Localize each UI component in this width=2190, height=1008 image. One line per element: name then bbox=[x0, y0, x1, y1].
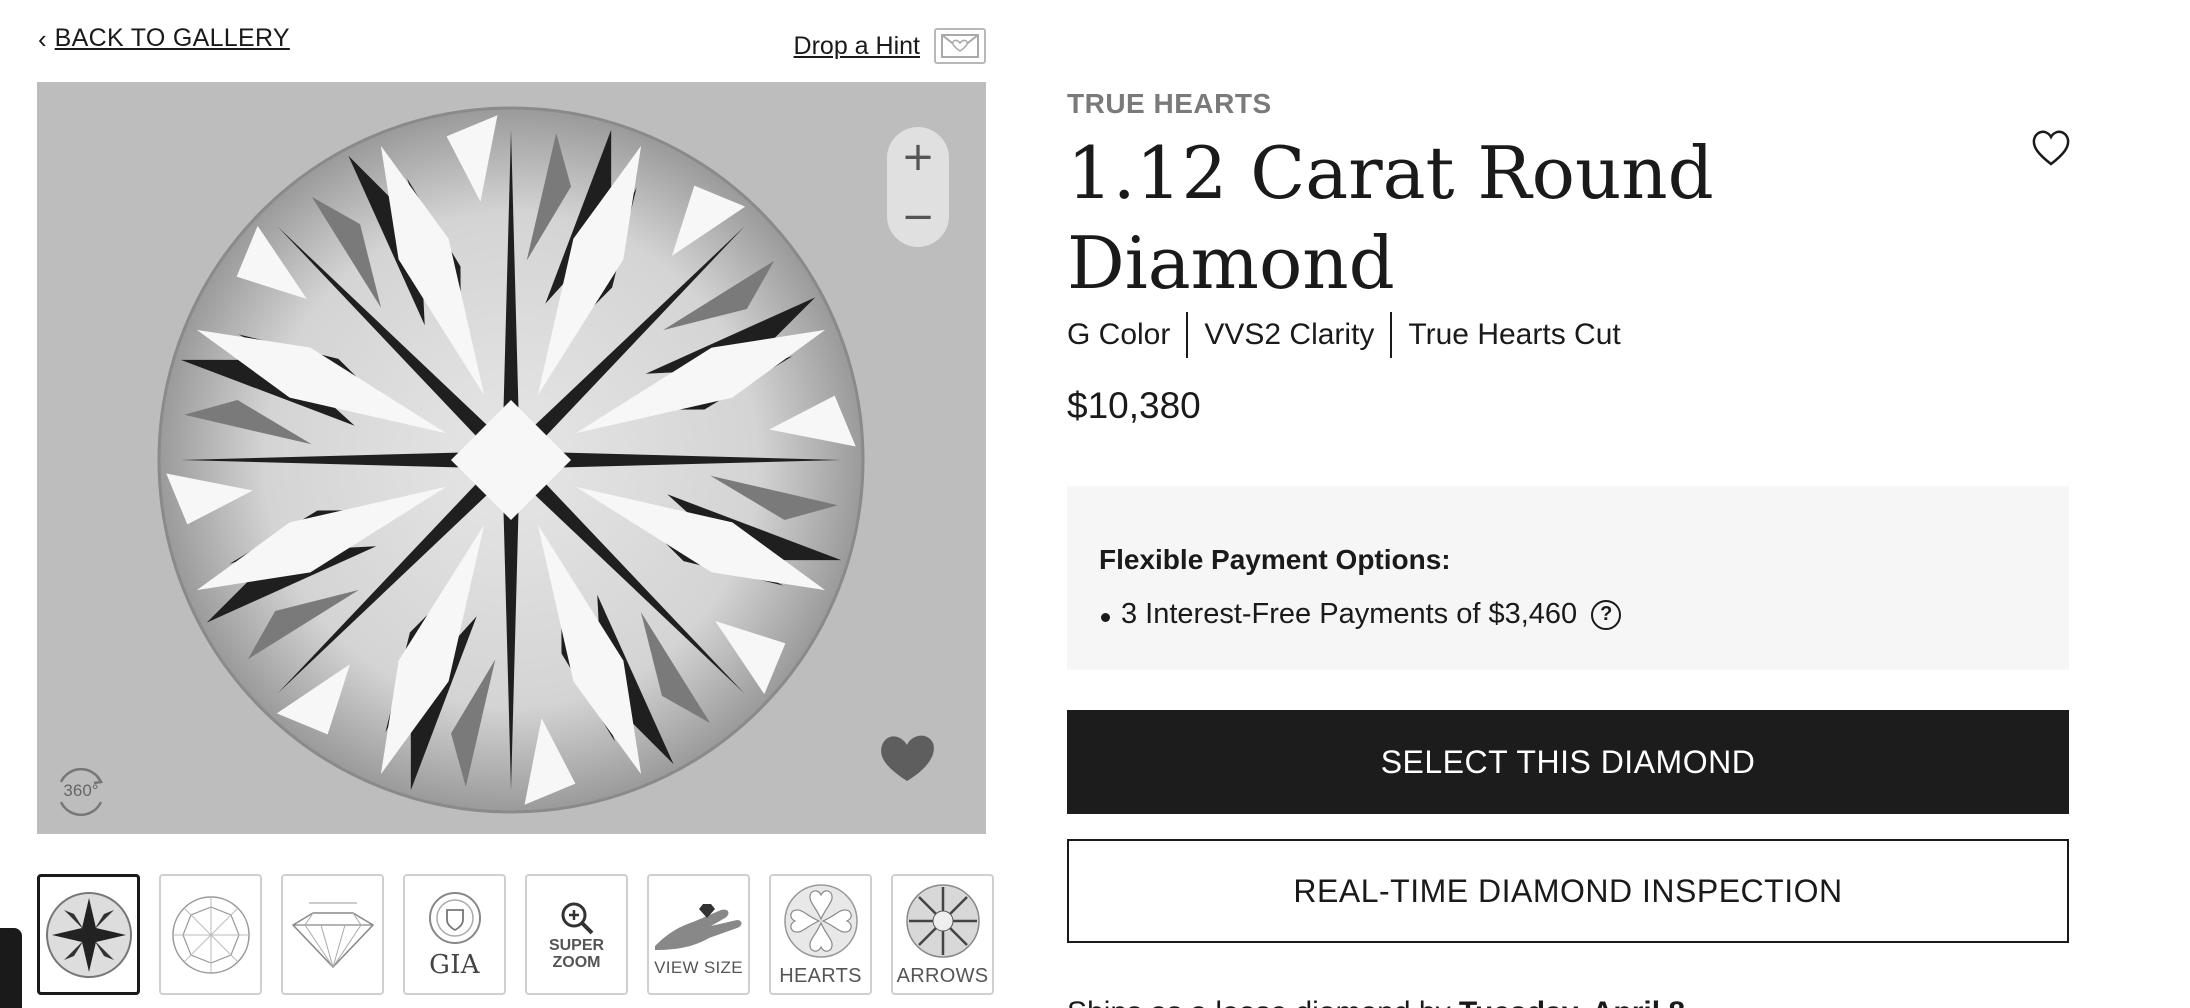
payment-option-item: 3 Interest-Free Payments of $3,460 ? bbox=[1099, 598, 2037, 631]
payment-option-text: 3 Interest-Free Payments of $3,460 bbox=[1121, 598, 1578, 630]
favorite-heart-icon[interactable] bbox=[2030, 128, 2072, 168]
super-zoom-label-line2: ZOOM bbox=[552, 953, 601, 971]
zoom-in-button[interactable]: + bbox=[893, 132, 943, 182]
spec-clarity: VVS2 Clarity bbox=[1204, 318, 1375, 351]
payment-options-list: 3 Interest-Free Payments of $3,460 ? bbox=[1099, 598, 2037, 631]
side-feedback-tab[interactable] bbox=[0, 928, 22, 1008]
thumbnail-side-diagram[interactable] bbox=[281, 874, 384, 995]
shipping-info: Ships as a loose diamond by Tuesday, Apr… bbox=[1067, 996, 1685, 1008]
thumbnail-super-zoom[interactable]: SUPER ZOOM bbox=[525, 874, 628, 995]
payment-options-panel: Flexible Payment Options: 3 Interest-Fre… bbox=[1067, 486, 2069, 670]
hand-ring-icon bbox=[654, 903, 741, 950]
diamond-inspection-button[interactable]: REAL-TIME DIAMOND INSPECTION bbox=[1067, 839, 2069, 943]
drop-a-hint[interactable]: Drop a Hint bbox=[794, 28, 986, 64]
thumbnail-top-diagram[interactable] bbox=[159, 874, 262, 995]
gia-seal-icon bbox=[428, 891, 481, 944]
diamond-photo-thumb-icon bbox=[45, 891, 132, 978]
thumbnail-hearts[interactable]: HEARTS bbox=[769, 874, 872, 995]
spec-cut: True Hearts Cut bbox=[1408, 318, 1621, 351]
shipping-prefix: Ships as a loose diamond by bbox=[1067, 996, 1451, 1008]
hearts-pattern-icon bbox=[783, 884, 858, 958]
thumbnail-photo[interactable] bbox=[37, 874, 140, 995]
diamond-photo bbox=[157, 106, 865, 814]
thumbnail-gia[interactable]: GIA bbox=[403, 874, 506, 995]
thumbnail-strip: GIA SUPER ZOOM VIEW SIZE HEARTS ARROWS bbox=[37, 874, 994, 995]
spec-divider bbox=[1186, 312, 1189, 358]
select-diamond-button[interactable]: SELECT THIS DIAMOND bbox=[1067, 710, 2069, 814]
diamond-image-viewer[interactable]: + − 360° bbox=[37, 82, 986, 834]
heart-watermark-icon bbox=[881, 735, 934, 781]
arrows-pattern-icon bbox=[905, 884, 980, 958]
thumbnail-arrows[interactable]: ARROWS bbox=[891, 874, 994, 995]
zoom-out-button[interactable]: − bbox=[893, 192, 943, 242]
rotate-360-icon[interactable]: 360° bbox=[53, 762, 109, 818]
thumbnail-view-size[interactable]: VIEW SIZE bbox=[647, 874, 750, 995]
arrows-label: ARROWS bbox=[896, 965, 989, 987]
info-icon[interactable]: ? bbox=[1591, 599, 1622, 630]
brand-label: TRUE HEARTS bbox=[1067, 88, 1272, 119]
payment-heading: Flexible Payment Options: bbox=[1099, 544, 1451, 575]
spec-color: G Color bbox=[1067, 318, 1171, 351]
drop-a-hint-label[interactable]: Drop a Hint bbox=[794, 32, 920, 61]
diamond-profile-icon bbox=[291, 902, 374, 968]
rotate-360-label: 360° bbox=[63, 781, 98, 800]
price: $10,380 bbox=[1067, 385, 1201, 426]
back-to-gallery-link[interactable]: ‹ BACK TO GALLERY bbox=[38, 24, 290, 53]
shipping-date: Tuesday, April 8 bbox=[1459, 996, 1685, 1008]
spec-divider bbox=[1390, 312, 1393, 358]
zoom-controls: + − bbox=[887, 127, 949, 247]
magnifier-plus-icon bbox=[561, 902, 593, 935]
back-to-gallery-label: BACK TO GALLERY bbox=[54, 24, 290, 52]
chevron-left-icon: ‹ bbox=[38, 23, 47, 54]
view-size-label: VIEW SIZE bbox=[654, 957, 743, 977]
envelope-heart-icon[interactable] bbox=[934, 28, 986, 64]
gia-label: GIA bbox=[429, 949, 480, 980]
product-title: 1.12 Carat Round Diamond bbox=[1067, 131, 1714, 305]
super-zoom-label-line1: SUPER bbox=[548, 936, 605, 954]
diamond-specs: G Color VVS2 Clarity True Hearts Cut bbox=[1067, 312, 1621, 358]
diamond-top-view-icon bbox=[171, 895, 250, 974]
hearts-label: HEARTS bbox=[779, 965, 862, 987]
